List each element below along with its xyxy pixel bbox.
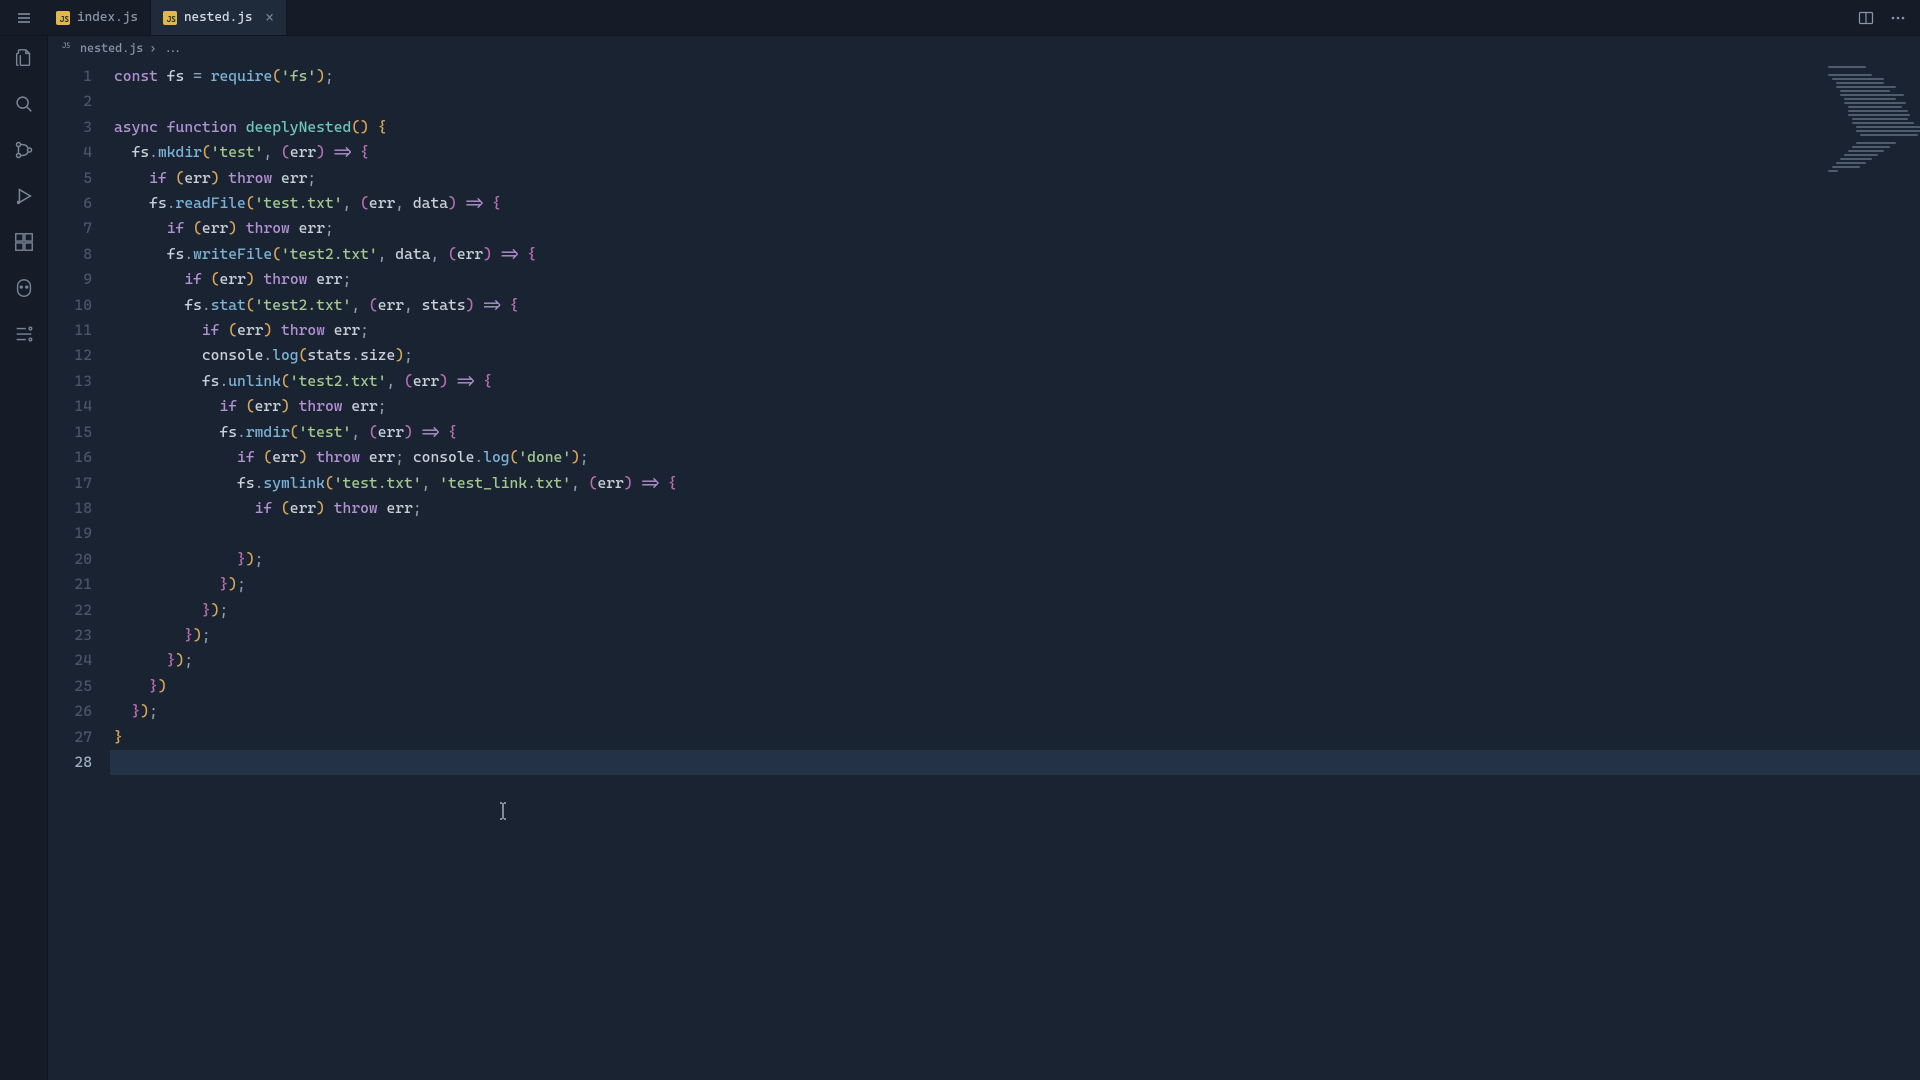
bookmarks-icon[interactable] bbox=[12, 322, 36, 346]
code-content[interactable]: const fs = require('fs'); async function… bbox=[110, 60, 1920, 1080]
explorer-icon[interactable] bbox=[12, 46, 36, 70]
line-number-gutter: 1234567891011121314151617181920212223242… bbox=[48, 60, 110, 1080]
run-debug-icon[interactable] bbox=[12, 184, 36, 208]
app-menu-button[interactable] bbox=[4, 0, 44, 35]
breadcrumb-file: nested.js bbox=[80, 41, 143, 55]
minimap[interactable] bbox=[1828, 66, 1908, 136]
copilot-icon[interactable] bbox=[12, 276, 36, 300]
split-editor-icon[interactable] bbox=[1858, 10, 1874, 26]
more-actions-icon[interactable] bbox=[1890, 10, 1906, 26]
hamburger-icon bbox=[16, 10, 32, 26]
breadcrumb-separator: › bbox=[149, 41, 156, 55]
tab-label: nested.js bbox=[184, 10, 253, 25]
javascript-file-icon: JS bbox=[163, 11, 177, 25]
title-bar-actions bbox=[1858, 0, 1920, 35]
editor-tabs: JS index.js JS nested.js × bbox=[44, 0, 287, 35]
extensions-icon[interactable] bbox=[12, 230, 36, 254]
javascript-file-icon: JS bbox=[56, 11, 70, 25]
close-icon[interactable]: × bbox=[266, 10, 274, 26]
text-cursor-icon bbox=[496, 802, 510, 824]
breadcrumb[interactable]: JS nested.js › ... bbox=[48, 36, 1920, 60]
search-icon[interactable] bbox=[12, 92, 36, 116]
source-control-icon[interactable] bbox=[12, 138, 36, 162]
javascript-file-icon: JS bbox=[62, 42, 74, 54]
title-bar: JS index.js JS nested.js × bbox=[0, 0, 1920, 36]
breadcrumb-rest: ... bbox=[162, 41, 183, 55]
activity-bar bbox=[0, 36, 48, 1080]
editor: JS nested.js › ... 123456789101112131415… bbox=[48, 36, 1920, 1080]
code-area[interactable]: 1234567891011121314151617181920212223242… bbox=[48, 60, 1920, 1080]
tab-nested-js[interactable]: JS nested.js × bbox=[151, 0, 287, 35]
tab-index-js[interactable]: JS index.js bbox=[44, 0, 151, 35]
tab-label: index.js bbox=[77, 10, 138, 25]
